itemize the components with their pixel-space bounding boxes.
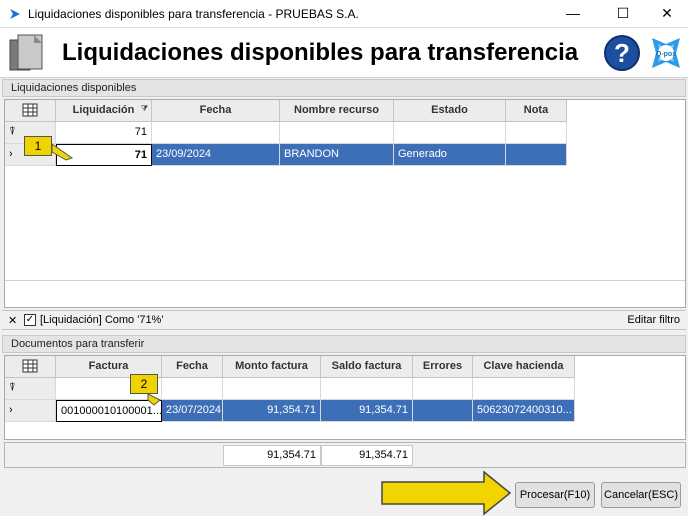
totals-bar: 91,354.71 91,354.71: [4, 442, 686, 468]
grid-divider: [5, 280, 685, 281]
document-icon: [9, 34, 43, 71]
cell-nota[interactable]: [506, 144, 567, 166]
estado-filter-input[interactable]: [394, 122, 506, 144]
clave-filter-input[interactable]: [473, 378, 575, 400]
column-clave-hacienda[interactable]: Clave hacienda: [473, 356, 575, 378]
table-row[interactable]: › 71 23/09/2024 BRANDON Generado: [5, 144, 567, 166]
cell-factura[interactable]: 001000010100001...: [56, 400, 162, 422]
errores-filter-input[interactable]: [413, 378, 473, 400]
saldo-filter-input[interactable]: [321, 378, 413, 400]
logo-text: Q-pos: [656, 51, 676, 58]
liquidacion-filter-input[interactable]: 71: [56, 122, 152, 144]
nota-filter-input[interactable]: [506, 122, 567, 144]
arrow-icon: [381, 470, 512, 516]
edit-filter-link[interactable]: Editar filtro: [627, 314, 680, 326]
close-window-button[interactable]: ✕: [644, 0, 688, 28]
page-title: Liquidaciones disponibles para transfere…: [62, 39, 579, 66]
clear-filter-icon[interactable]: ✕: [8, 314, 17, 327]
column-monto-factura[interactable]: Monto factura: [223, 356, 321, 378]
column-nombre-recurso[interactable]: Nombre recurso: [280, 100, 394, 122]
column-liquidacion[interactable]: Liquidación ⧩: [56, 100, 152, 122]
help-button[interactable]: ?: [604, 35, 640, 71]
nombre-filter-input[interactable]: [280, 122, 394, 144]
window-title-bar: Liquidaciones disponibles para transfere…: [0, 0, 688, 28]
column-chooser-icon[interactable]: [5, 100, 56, 122]
minimize-button[interactable]: —: [550, 0, 596, 28]
documentos-filter-row: ⍒: [5, 378, 575, 400]
total-monto-factura: 91,354.71: [223, 445, 321, 466]
table-row[interactable]: › 001000010100001... 23/07/2024 91,354.7…: [5, 400, 575, 422]
qpos-logo: Q-pos: [652, 38, 680, 68]
monto-filter-input[interactable]: [223, 378, 321, 400]
callout-2: 2: [130, 374, 158, 394]
documentos-grid[interactable]: Factura Fecha Monto factura Saldo factur…: [4, 355, 686, 440]
filter-text[interactable]: [Liquidación] Como '71%': [40, 314, 163, 326]
page-header: Liquidaciones disponibles para transfere…: [0, 28, 688, 78]
cell-errores[interactable]: [413, 400, 473, 422]
total-saldo-factura: 91,354.71: [321, 445, 413, 466]
cell-liquidacion[interactable]: 71: [56, 144, 152, 166]
cell-nombre-recurso[interactable]: BRANDON: [280, 144, 394, 166]
documentos-header-row: Factura Fecha Monto factura Saldo factur…: [5, 356, 575, 378]
column-nota[interactable]: Nota: [506, 100, 567, 122]
cell-clave-hacienda[interactable]: 50623072400310...: [473, 400, 575, 422]
cell-saldo-factura[interactable]: 91,354.71: [321, 400, 413, 422]
column-fecha[interactable]: Fecha: [162, 356, 223, 378]
filter-bar: ✕ ✓ [Liquidación] Como '71%' Editar filt…: [2, 310, 686, 330]
filter-icon[interactable]: ⧩: [141, 100, 148, 119]
liquidaciones-filter-row: ⍒ 71: [5, 122, 567, 144]
column-saldo-factura[interactable]: Saldo factura: [321, 356, 413, 378]
liquidaciones-grid[interactable]: Liquidación ⧩ Fecha Nombre recurso Estado…: [4, 99, 686, 308]
column-estado[interactable]: Estado: [394, 100, 506, 122]
row-indicator-icon: ›: [5, 400, 56, 422]
documentos-section-header: Documentos para transferir: [2, 335, 686, 353]
fecha-filter-input[interactable]: [162, 378, 223, 400]
column-fecha[interactable]: Fecha: [152, 100, 280, 122]
fecha-filter-input[interactable]: [152, 122, 280, 144]
cell-fecha[interactable]: 23/07/2024: [162, 400, 223, 422]
filter-enabled-checkbox[interactable]: ✓: [24, 314, 36, 326]
window-title: Liquidaciones disponibles para transfere…: [28, 7, 359, 21]
liquidaciones-section-header: Liquidaciones disponibles: [2, 79, 686, 97]
app-icon: [10, 9, 20, 19]
cell-fecha[interactable]: 23/09/2024: [152, 144, 280, 166]
column-chooser-icon[interactable]: [5, 356, 56, 378]
maximize-button[interactable]: ☐: [600, 0, 646, 28]
procesar-button[interactable]: Procesar(F10): [515, 482, 595, 508]
column-errores[interactable]: Errores: [413, 356, 473, 378]
liquidaciones-header-row: Liquidación ⧩ Fecha Nombre recurso Estado…: [5, 100, 567, 122]
cell-monto-factura[interactable]: 91,354.71: [223, 400, 321, 422]
cancelar-button[interactable]: Cancelar(ESC): [601, 482, 681, 508]
callout-1: 1: [24, 136, 52, 156]
filter-row-icon: ⍒: [5, 378, 56, 400]
cell-estado[interactable]: Generado: [394, 144, 506, 166]
